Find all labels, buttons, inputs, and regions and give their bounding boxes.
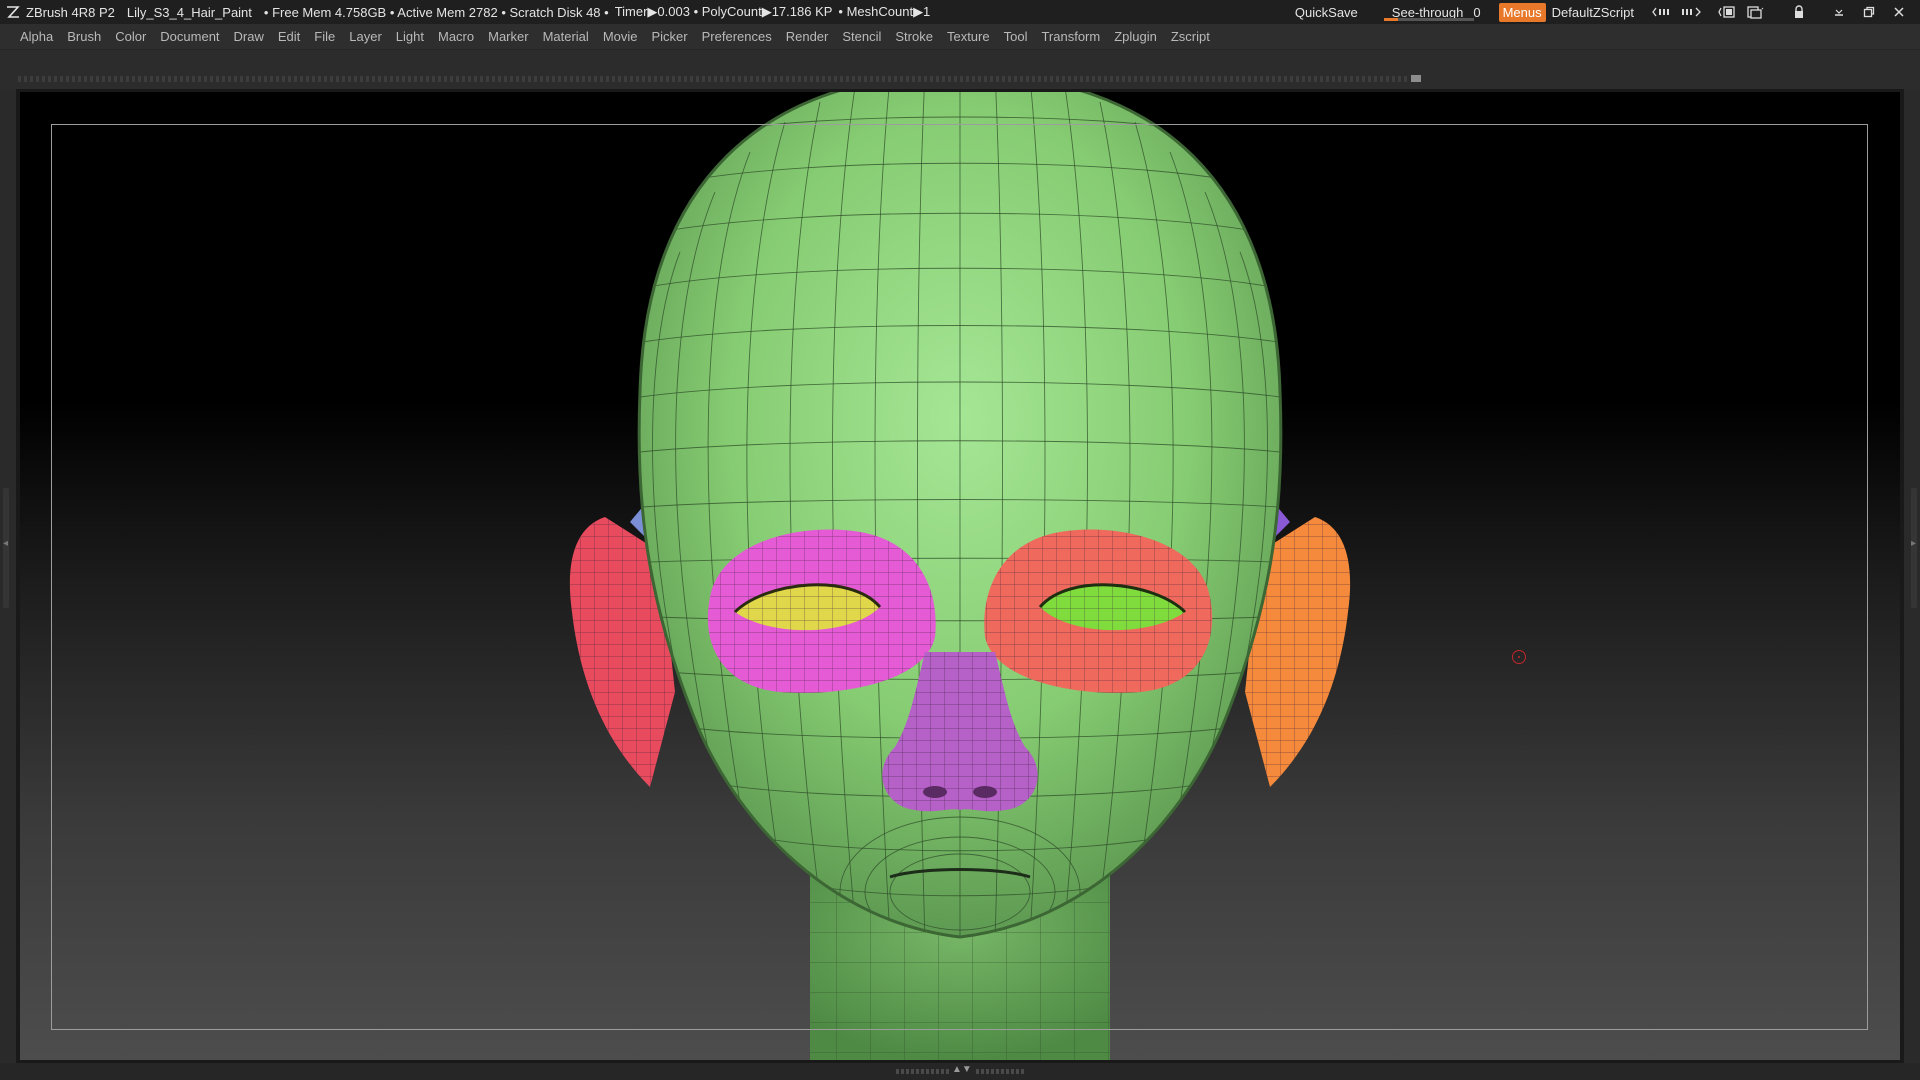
close-icon[interactable] [1888,3,1910,21]
lock-icon[interactable] [1788,3,1810,21]
see-through-slider[interactable]: See-through 0 [1383,0,1481,24]
menu-movie[interactable]: Movie [596,26,645,48]
app-version: ZBrush 4R8 P2 [26,4,115,20]
zbrush-logo-icon[interactable] [4,3,22,21]
right-tray-handle[interactable]: ▸ [1911,488,1917,608]
main-menu-bar: Alpha Brush Color Document Draw Edit Fil… [0,24,1920,50]
left-tray-arrow-icon: ◂ [3,538,9,549]
menu-render[interactable]: Render [779,26,836,48]
document-canvas[interactable] [20,92,1900,1060]
head-polygroup [637,92,1283,939]
shelf-drag-strip[interactable] [18,76,1408,82]
menu-marker[interactable]: Marker [481,26,535,48]
menu-light[interactable]: Light [389,26,431,48]
memory-stats: • Free Mem 4.758GB • Active Mem 2782 • S… [263,4,609,20]
menu-macro[interactable]: Macro [431,26,481,48]
timer-polycount: Timer▶0.003 • PolyCount▶17.186 KP [614,4,833,19]
menus-toggle-button[interactable]: Menus [1498,2,1546,22]
ui-layout-prev-icon[interactable] [1652,3,1674,21]
menu-texture[interactable]: Texture [940,26,997,48]
menu-stencil[interactable]: Stencil [835,26,888,48]
quicksave-button[interactable]: QuickSave [1295,5,1358,20]
see-through-value: 0 [1473,4,1481,20]
bottom-tray-toggle-icon[interactable]: ▲▼ [950,1064,974,1075]
default-zscript-button[interactable]: DefaultZScript [1552,5,1634,20]
zbrush-window: ZBrush 4R8 P2 Lily_S3_4_Hair_Paint • Fre… [0,0,1920,1080]
bottom-tray: ▲▼ [0,1063,1920,1080]
menu-picker[interactable]: Picker [645,26,695,48]
head-model[interactable] [20,92,1900,1060]
see-through-fill [1383,18,1398,21]
meshcount: • MeshCount▶1 [838,4,931,19]
minimize-icon[interactable] [1828,3,1850,21]
colorize-ui-icon[interactable] [1716,3,1738,21]
shelf-handle[interactable] [1411,75,1421,82]
brush-cursor-icon [1512,650,1526,664]
menu-color[interactable]: Color [108,26,153,48]
menu-file[interactable]: File [307,26,342,48]
menu-layer[interactable]: Layer [342,26,389,48]
left-tray-handle[interactable]: ◂ [3,488,9,608]
menu-transform[interactable]: Transform [1034,26,1107,48]
menu-document[interactable]: Document [153,26,226,48]
right-tray-arrow-icon: ▸ [1911,538,1917,549]
menu-edit[interactable]: Edit [271,26,307,48]
menu-stroke[interactable]: Stroke [888,26,940,48]
ui-layout-next-icon[interactable] [1680,3,1702,21]
menu-zplugin[interactable]: Zplugin [1107,26,1164,48]
top-shelf [0,50,1920,90]
menu-draw[interactable]: Draw [227,26,271,48]
menu-material[interactable]: Material [536,26,596,48]
default-ui-icon[interactable] [1744,3,1766,21]
menu-alpha[interactable]: Alpha [13,26,60,48]
menu-tool[interactable]: Tool [997,26,1035,48]
title-bar: ZBrush 4R8 P2 Lily_S3_4_Hair_Paint • Fre… [0,0,1920,24]
menu-preferences[interactable]: Preferences [695,26,779,48]
menu-brush[interactable]: Brush [60,26,108,48]
document-name: Lily_S3_4_Hair_Paint [126,4,252,20]
restore-icon[interactable] [1858,3,1880,21]
menu-zscript[interactable]: Zscript [1164,26,1217,48]
title-bar-controls: QuickSave See-through 0 Menus DefaultZSc… [1295,0,1920,24]
